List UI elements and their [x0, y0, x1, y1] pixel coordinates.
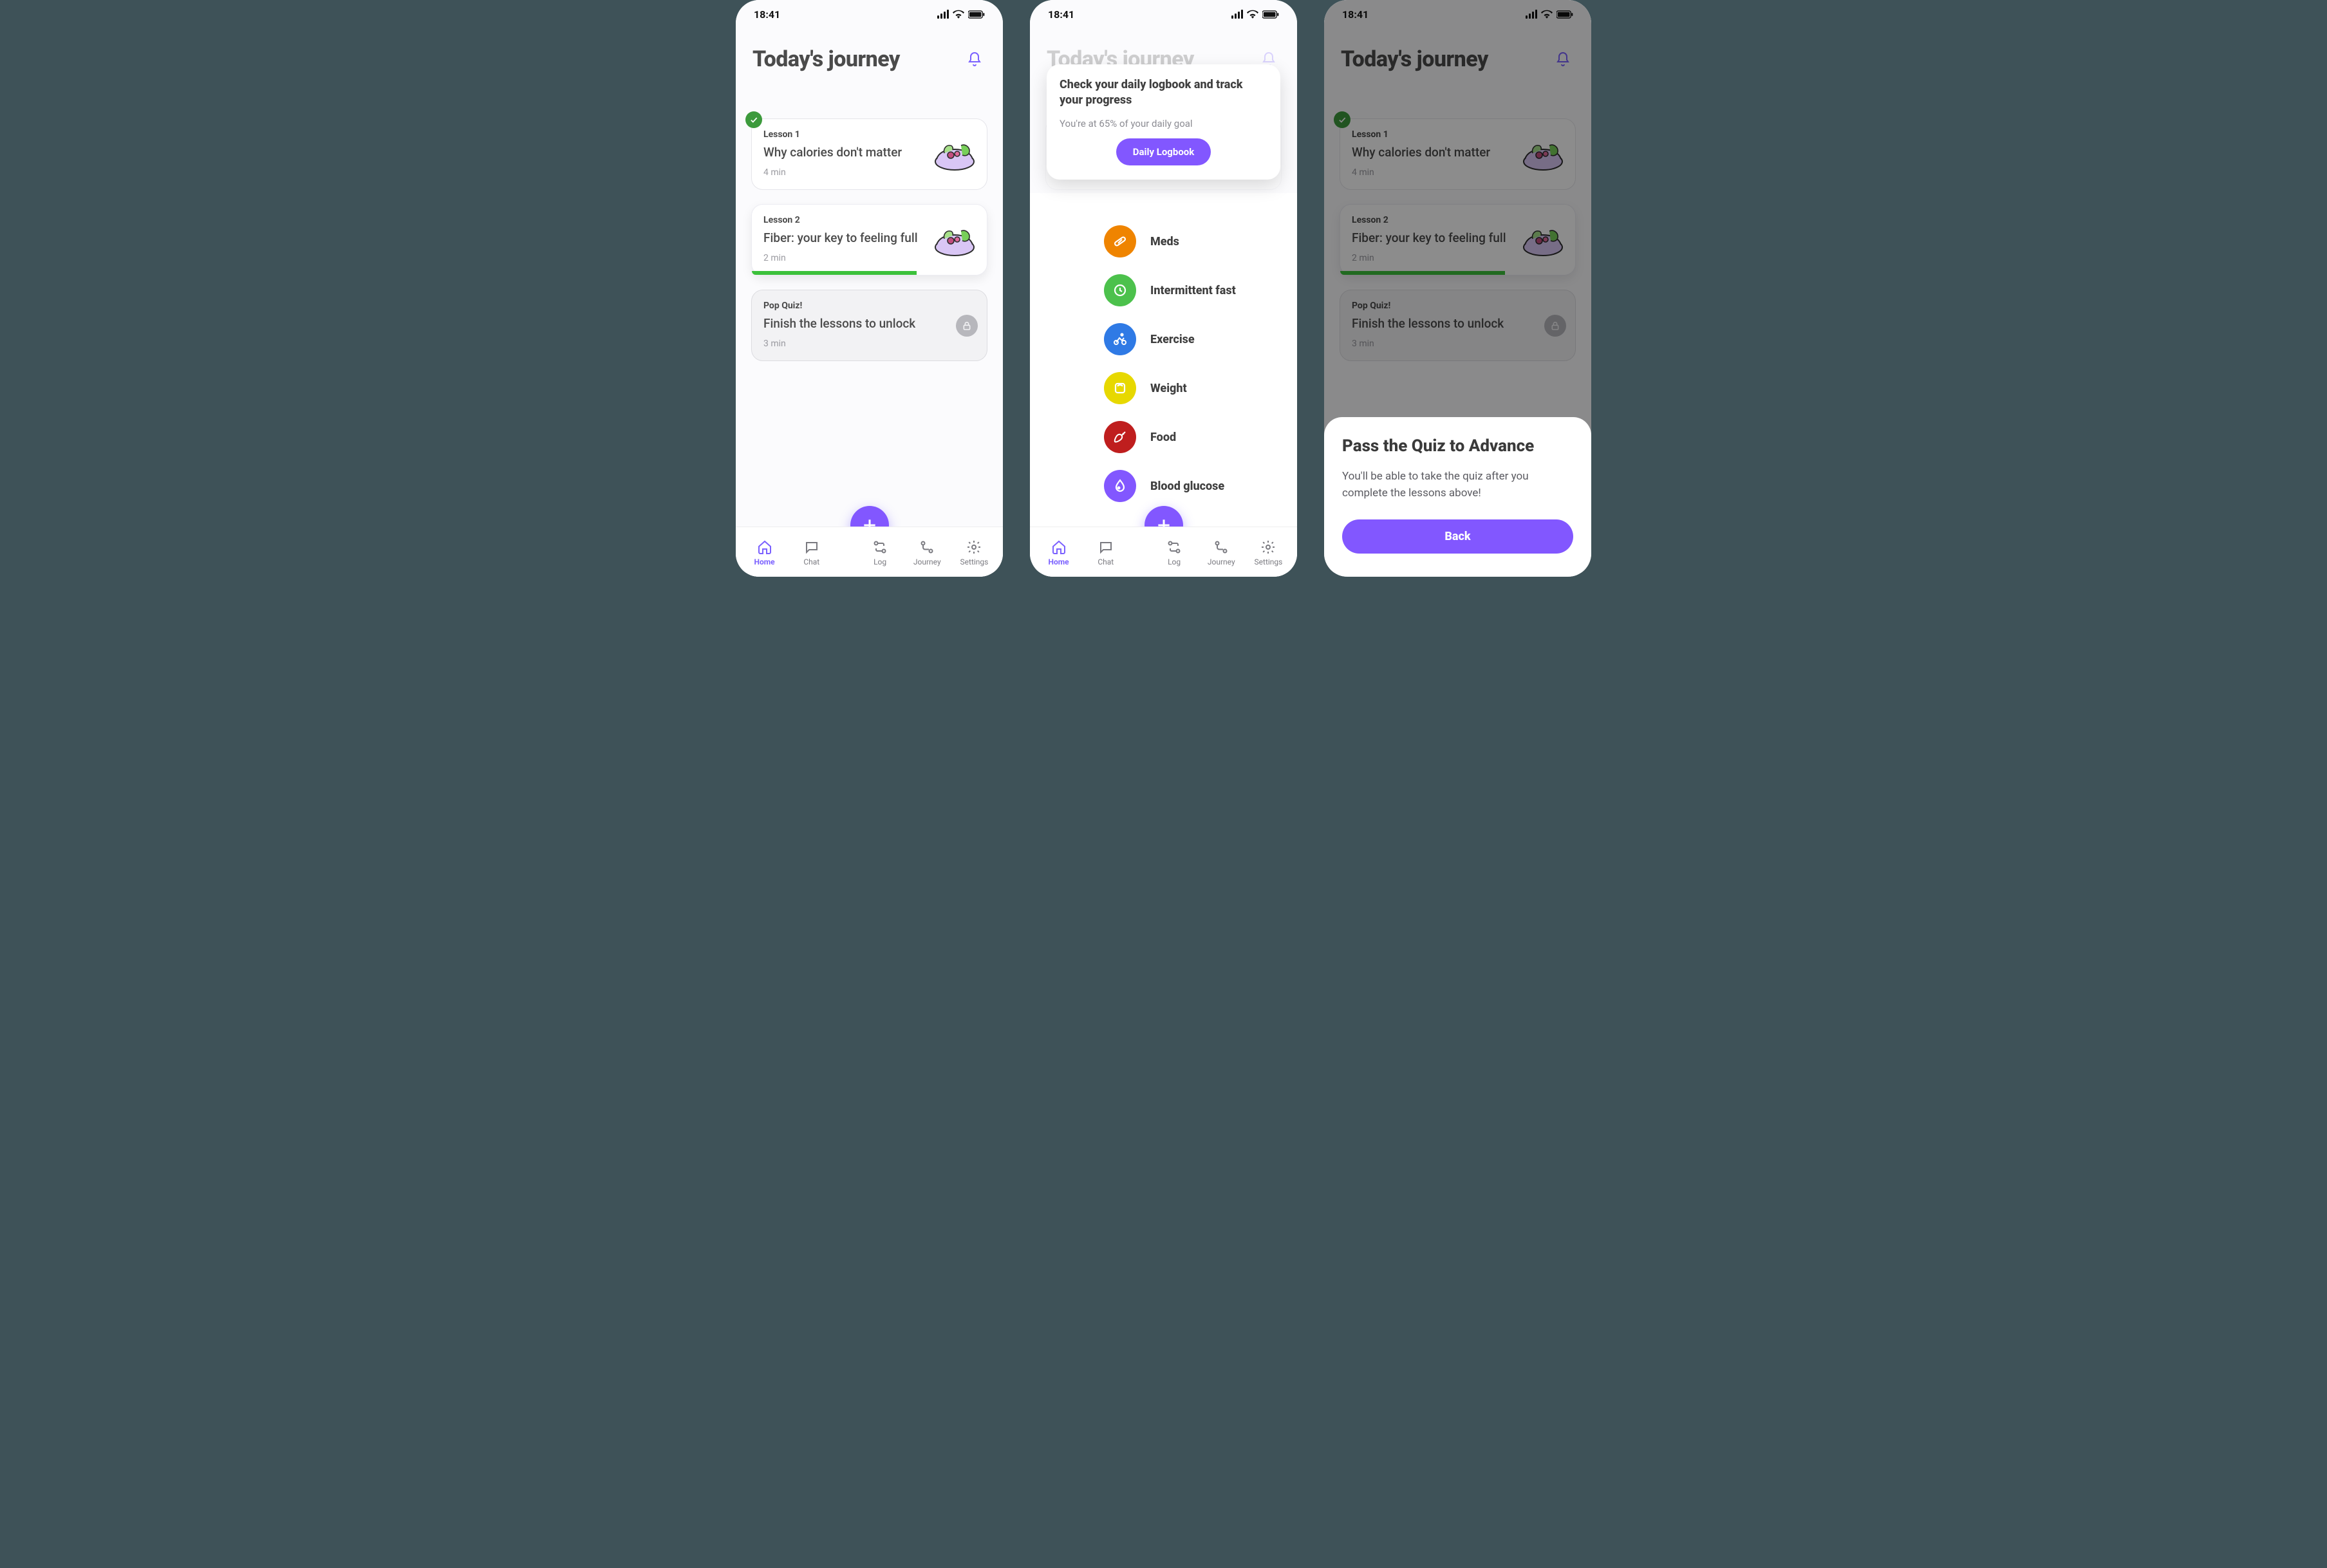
chat-icon	[1098, 539, 1114, 555]
nav-journey-label: Journey	[913, 557, 941, 566]
cell-signal-icon	[937, 10, 949, 19]
screen-quiz-locked-sheet: 18:41 Today's journey Lesson 1 Why calor…	[1324, 0, 1591, 577]
home-icon	[756, 539, 773, 555]
nav-journey[interactable]: Journey	[904, 539, 951, 566]
nav-settings[interactable]: Settings	[1245, 539, 1292, 566]
quiz-label: Pop Quiz!	[763, 301, 975, 311]
log-item-food[interactable]: Food	[1104, 421, 1176, 453]
log-icon	[1166, 539, 1182, 555]
status-time: 18:41	[1048, 8, 1074, 21]
log-item-label: Food	[1150, 431, 1176, 444]
lock-icon	[956, 315, 978, 337]
sheet-body: You'll be able to take the quiz after yo…	[1342, 469, 1573, 501]
settings-icon	[966, 539, 982, 555]
bike-icon	[1104, 323, 1136, 355]
log-item-weight[interactable]: Weight	[1104, 372, 1187, 404]
salad-bowl-icon	[931, 137, 978, 172]
nav-journey[interactable]: Journey	[1198, 539, 1245, 566]
log-item-exercise[interactable]: Exercise	[1104, 323, 1195, 355]
daily-logbook-button[interactable]: Daily Logbook	[1116, 138, 1211, 165]
status-time: 18:41	[754, 8, 780, 21]
journey-cards: Lesson 1 Why calories don't matter 4 min…	[736, 77, 1003, 361]
status-icons	[937, 10, 985, 19]
nav-chat[interactable]: Chat	[1082, 539, 1129, 566]
nav-chat[interactable]: Chat	[788, 539, 835, 566]
lock-icon-wrap	[956, 315, 978, 337]
page-title: Today's journey	[752, 46, 900, 72]
sheet-back-button[interactable]: Back	[1342, 519, 1573, 554]
quiz-card-locked[interactable]: Pop Quiz! Finish the lessons to unlock 3…	[751, 290, 987, 361]
chat-icon	[803, 539, 820, 555]
log-item-label: Exercise	[1150, 333, 1195, 346]
cell-signal-icon	[1231, 10, 1243, 19]
log-item-glucose[interactable]: Blood glucose	[1104, 470, 1224, 502]
scale-icon	[1104, 372, 1136, 404]
log-item-fast[interactable]: Intermittent fast	[1104, 274, 1236, 306]
nav-home[interactable]: Home	[741, 539, 788, 566]
complete-check-icon	[745, 111, 762, 128]
log-item-label: Blood glucose	[1150, 480, 1224, 493]
bottom-nav: Home Chat Log Log Journey Settings	[1030, 527, 1297, 577]
pill-icon	[1104, 225, 1136, 257]
battery-icon	[968, 10, 985, 19]
nav-settings-label: Settings	[960, 557, 989, 566]
nav-chat-label: Chat	[803, 557, 819, 566]
clock-icon	[1104, 274, 1136, 306]
log-icon	[872, 539, 888, 555]
nav-home[interactable]: Home	[1035, 539, 1082, 566]
wifi-icon	[953, 10, 964, 19]
lesson-card-2[interactable]: Lesson 2 Fiber: your key to feeling full…	[751, 204, 987, 275]
nav-log[interactable]: Log	[857, 539, 904, 566]
home-icon	[1051, 539, 1067, 555]
nav-log-label: Log	[874, 557, 886, 566]
journey-icon	[919, 539, 935, 555]
salad-bowl-icon	[931, 223, 978, 257]
logbook-callout-title: Check your daily logbook and track your …	[1060, 77, 1267, 109]
logbook-callout-sub: You're at 65% of your daily goal	[1060, 118, 1267, 129]
bottom-nav: Home Chat Log Log Journey Settings	[736, 527, 1003, 577]
quiz-locked-sheet: Pass the Quiz to Advance You'll be able …	[1324, 417, 1591, 577]
carrot-icon	[1104, 421, 1136, 453]
bell-icon	[967, 51, 982, 67]
blood-drop-icon	[1104, 470, 1136, 502]
status-icons	[1231, 10, 1279, 19]
wifi-icon	[1247, 10, 1258, 19]
status-bar: 18:41	[1030, 0, 1297, 28]
lesson-progress-bar	[752, 271, 917, 275]
page-header: Today's journey	[736, 28, 1003, 77]
screen-home: 18:41 Today's journey	[736, 0, 1003, 577]
screen-log-fab-expanded: 18:41 Today's journey Lesson 1 Why calor…	[1030, 0, 1297, 577]
nav-settings[interactable]: Settings	[951, 539, 998, 566]
log-type-menu: Meds Intermittent fast Exercise Weight F…	[1030, 210, 1297, 527]
status-bar: 18:41	[736, 0, 1003, 28]
quiz-title: Finish the lessons to unlock	[763, 316, 975, 331]
settings-icon	[1260, 539, 1276, 555]
lesson-card-1[interactable]: Lesson 1 Why calories don't matter 4 min	[751, 118, 987, 190]
log-item-label: Meds	[1150, 235, 1179, 248]
battery-icon	[1262, 10, 1279, 19]
notifications-button[interactable]	[963, 48, 986, 71]
log-item-meds[interactable]: Meds	[1104, 225, 1179, 257]
log-item-label: Intermittent fast	[1150, 284, 1236, 297]
quiz-duration: 3 min	[763, 339, 975, 349]
log-item-label: Weight	[1150, 382, 1187, 395]
nav-log[interactable]: Log	[1151, 539, 1198, 566]
journey-icon	[1213, 539, 1229, 555]
nav-home-label: Home	[754, 557, 775, 566]
logbook-callout: Check your daily logbook and track your …	[1047, 64, 1280, 180]
sheet-title: Pass the Quiz to Advance	[1342, 436, 1573, 456]
